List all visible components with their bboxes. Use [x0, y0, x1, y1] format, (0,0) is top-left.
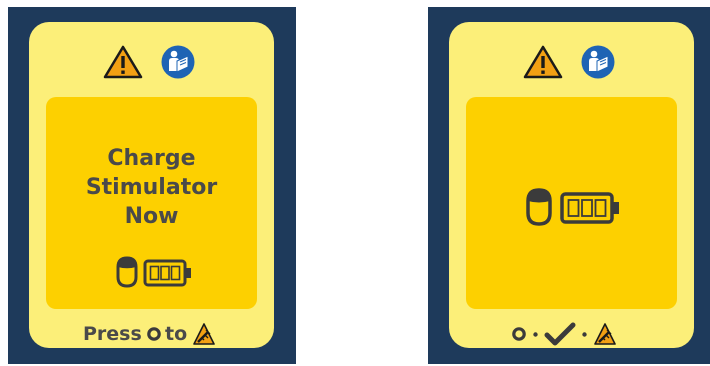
consult-manual-icon — [161, 45, 195, 79]
center-button-icon — [147, 327, 161, 341]
left-display-screen: Charge Stimulator Now Press to — [29, 22, 274, 348]
message-line-3: Now — [124, 204, 179, 229]
warning-icon — [523, 45, 563, 79]
right-display-screen — [449, 22, 694, 348]
remote-icon — [193, 323, 215, 345]
remote-icon — [594, 323, 616, 345]
press-label: Press — [83, 323, 142, 345]
status-icons — [526, 188, 619, 226]
to-label: to — [165, 323, 188, 345]
separator-dot-icon — [533, 332, 538, 337]
message-line-1: Charge — [107, 146, 196, 171]
checkmark-icon — [544, 322, 576, 346]
warning-icon — [103, 45, 143, 79]
left-display-panel: Charge Stimulator Now Press to — [8, 7, 296, 364]
status-area — [466, 97, 677, 309]
head-icon — [526, 188, 552, 226]
consult-manual-icon — [581, 45, 615, 79]
message-area: Charge Stimulator Now — [46, 97, 257, 309]
press-instruction: Press to — [29, 322, 274, 346]
head-icon — [116, 256, 138, 288]
center-button-icon — [512, 327, 526, 341]
message-line-2: Stimulator — [85, 175, 218, 200]
separator-dot-icon — [582, 332, 587, 337]
right-display-panel — [428, 7, 710, 364]
charge-message: Charge Stimulator Now — [46, 144, 257, 231]
battery-icon — [560, 192, 619, 224]
battery-icon — [143, 259, 191, 287]
status-icons — [116, 256, 191, 288]
confirm-sequence — [449, 322, 694, 346]
